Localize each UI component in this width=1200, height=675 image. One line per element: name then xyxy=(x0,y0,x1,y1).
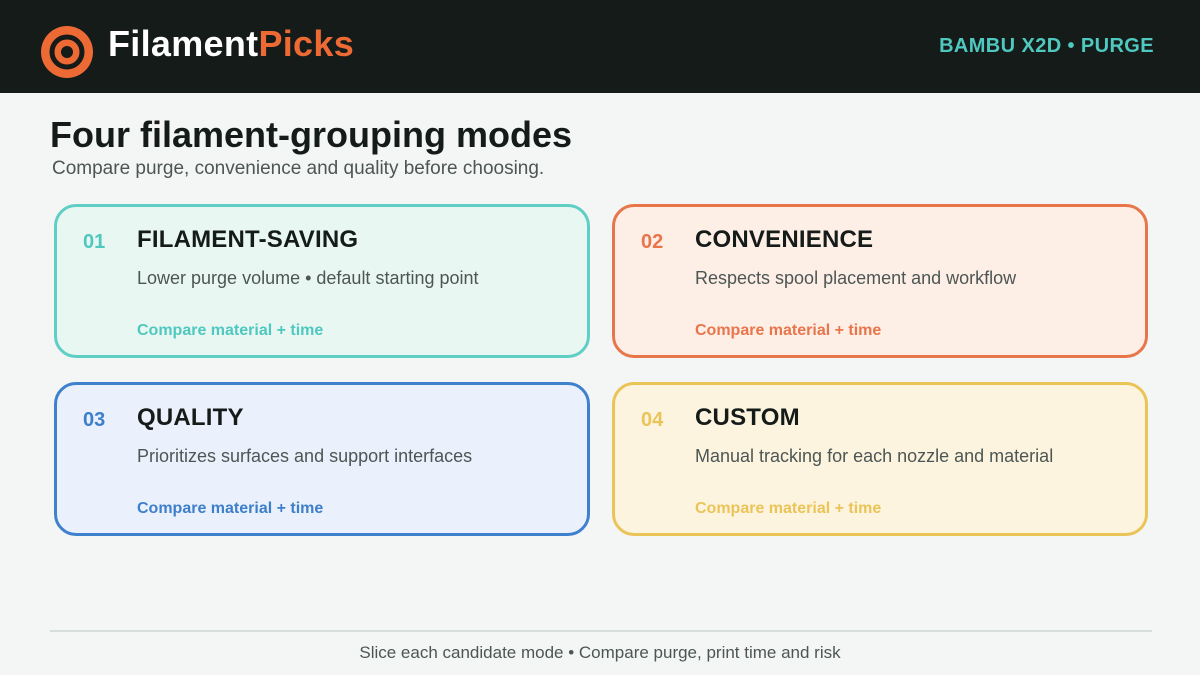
brand-name-part2: Picks xyxy=(258,23,355,64)
footer-divider xyxy=(50,630,1152,632)
mode-card-filament-saving[interactable]: 01 FILAMENT-SAVING Lower purge volume • … xyxy=(54,204,590,358)
mode-card-convenience[interactable]: 02 CONVENIENCE Respects spool placement … xyxy=(612,204,1148,358)
filament-spool-icon xyxy=(41,26,93,78)
footer-text: Slice each candidate mode • Compare purg… xyxy=(359,643,841,662)
mode-description: Prioritizes surfaces and support interfa… xyxy=(137,446,473,466)
mode-title: CUSTOM xyxy=(695,404,800,431)
mode-description: Respects spool placement and workflow xyxy=(695,268,1017,288)
mode-number: 02 xyxy=(641,231,664,253)
mode-title: FILAMENT-SAVING xyxy=(137,226,359,253)
mode-number: 01 xyxy=(83,231,106,253)
compare-link[interactable]: Compare material + time xyxy=(695,499,881,519)
mode-description: Manual tracking for each nozzle and mate… xyxy=(695,446,1054,466)
mode-number: 03 xyxy=(83,409,106,431)
page-title: Four filament-grouping modes xyxy=(50,114,572,155)
brand-logo-text[interactable]: FilamentPicks xyxy=(108,22,354,66)
compare-link[interactable]: Compare material + time xyxy=(137,499,323,519)
page-subtitle: Compare purge, convenience and quality b… xyxy=(52,158,545,179)
compare-link[interactable]: Compare material + time xyxy=(137,321,323,341)
header-tag: BAMBU X2D • PURGE xyxy=(939,35,1154,57)
compare-link[interactable]: Compare material + time xyxy=(695,321,881,341)
mode-card-quality[interactable]: 03 QUALITY Prioritizes surfaces and supp… xyxy=(54,382,590,536)
mode-card-custom[interactable]: 04 CUSTOM Manual tracking for each nozzl… xyxy=(612,382,1148,536)
mode-number: 04 xyxy=(641,409,664,431)
mode-title: CONVENIENCE xyxy=(695,226,874,253)
mode-description: Lower purge volume • default starting po… xyxy=(137,268,479,288)
brand-name-part1: Filament xyxy=(108,23,259,64)
top-bar: FilamentPicks BAMBU X2D • PURGE xyxy=(0,0,1200,93)
mode-title: QUALITY xyxy=(137,404,244,431)
